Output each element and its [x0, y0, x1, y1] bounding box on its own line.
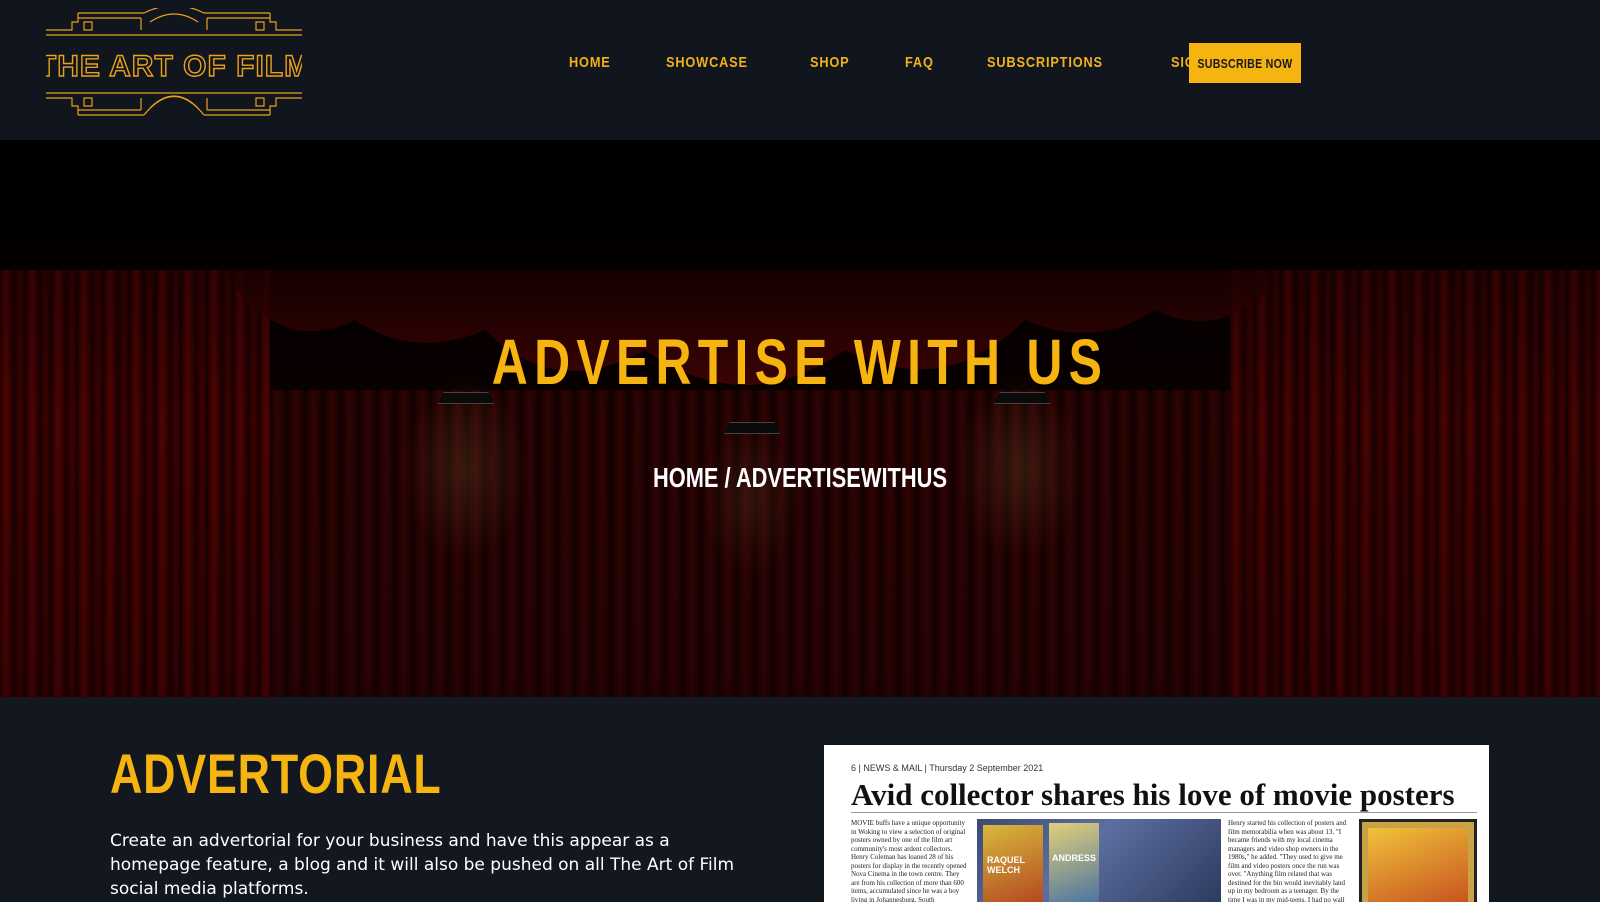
nav-faq[interactable]: FAQ	[905, 54, 934, 71]
newspaper-divider	[851, 812, 1477, 813]
nav-subscriptions[interactable]: SUBSCRIPTIONS	[987, 54, 1103, 71]
newspaper-column: Henry started his collection of posters …	[1228, 819, 1347, 902]
logo-text: THE ART OF FILM	[46, 50, 302, 83]
nav-shop[interactable]: SHOP	[810, 54, 850, 71]
poster-image	[1359, 819, 1477, 902]
newspaper-headline: Avid collector shares his love of movie …	[851, 777, 1455, 812]
section-description: Create an advertorial for your business …	[110, 831, 735, 899]
subscribe-now-label: SUBSCRIBE NOW	[1197, 55, 1293, 71]
poster-art	[1368, 828, 1468, 902]
site-header: THE ART OF FILM HOME SHOWCASE SHOP FAQ S…	[0, 0, 1600, 140]
poster-label: ANDRESS	[1052, 853, 1097, 863]
newspaper-header: 6 | NEWS & MAIL | Thursday 2 September 2…	[851, 763, 1044, 773]
stage-spotlight-icon	[724, 422, 780, 434]
logo-art-deco-frame: THE ART OF FILM	[37, 4, 310, 116]
newspaper-column: MOVIE buffs have a unique opportunity in…	[851, 819, 967, 902]
main-nav: HOME SHOWCASE SHOP FAQ SUBSCRIPTIONS SIG…	[569, 42, 1282, 82]
poster-label: RAQUEL WELCH	[987, 855, 1025, 875]
nav-home[interactable]: HOME	[569, 54, 611, 71]
newspaper-photo: RAQUEL WELCH ANDRESS	[977, 819, 1221, 902]
poster-image: ANDRESS	[1049, 823, 1099, 902]
hero-overlay	[0, 140, 1600, 697]
site-logo[interactable]: THE ART OF FILM	[37, 4, 310, 124]
hero-banner: ADVERTISE WITH US HOME / ADVERTISEWITHUS	[0, 140, 1600, 697]
advertorial-section: ADVERTORIAL Create an advertorial for yo…	[0, 697, 1600, 902]
page-title: ADVERTISE WITH US	[491, 326, 1109, 398]
subscribe-now-button[interactable]: SUBSCRIBE NOW	[1189, 43, 1301, 83]
newspaper-clipping-image: 6 | NEWS & MAIL | Thursday 2 September 2…	[824, 745, 1489, 902]
nav-showcase[interactable]: SHOWCASE	[666, 54, 748, 71]
poster-image: RAQUEL WELCH	[983, 825, 1043, 902]
section-title: ADVERTORIAL	[110, 742, 442, 805]
breadcrumb[interactable]: HOME / ADVERTISEWITHUS	[176, 462, 1424, 494]
